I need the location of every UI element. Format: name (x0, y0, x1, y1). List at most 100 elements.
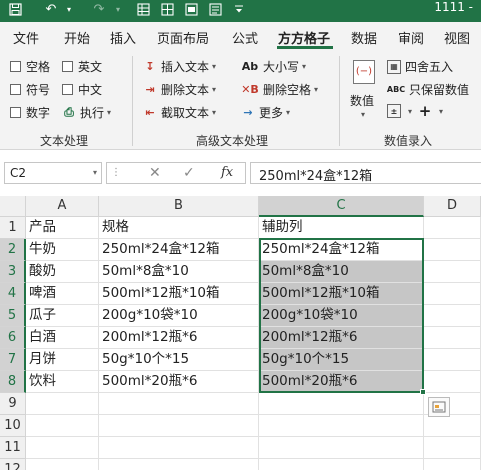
tab-view[interactable]: 视图 (444, 28, 470, 47)
tab-data[interactable]: 数据 (351, 28, 377, 47)
cell-b9[interactable] (99, 393, 259, 415)
checkbox-box[interactable] (10, 84, 21, 95)
checkbox-number[interactable]: 数字 (10, 104, 50, 121)
row-header-6[interactable]: 6 (0, 327, 26, 349)
cell-c9[interactable] (259, 393, 424, 415)
cell-c10[interactable] (259, 415, 424, 437)
redo-icon[interactable]: ↷ (90, 0, 108, 18)
name-box[interactable]: C2 ▾ (4, 162, 102, 184)
cell-c1[interactable]: 辅助列 (259, 217, 424, 239)
cell-a2[interactable]: 牛奶 (26, 239, 99, 261)
cell-a10[interactable] (26, 415, 99, 437)
checkbox-box[interactable] (10, 61, 21, 72)
quick-analysis-icon[interactable] (428, 397, 450, 417)
cell-d10[interactable] (424, 415, 481, 437)
checkbox-space[interactable]: 空格 (10, 58, 50, 75)
cell-b7[interactable]: 50g*10个*15 (99, 349, 259, 371)
cell-b4[interactable]: 500ml*12瓶*10箱 (99, 283, 259, 305)
row-header-1[interactable]: 1 (0, 217, 26, 239)
tab-formulas[interactable]: 公式 (232, 28, 258, 47)
cell-b6[interactable]: 200ml*12瓶*6 (99, 327, 259, 349)
cell-d8[interactable] (424, 371, 481, 393)
cell-c2[interactable]: 250ml*24盒*12箱 (259, 239, 424, 261)
grid-icon[interactable] (158, 0, 176, 18)
insert-text-button[interactable]: ↧ 插入文本 ▾ (143, 58, 216, 75)
row-header-7[interactable]: 7 (0, 349, 26, 371)
tab-home[interactable]: 开始 (64, 28, 90, 47)
cell-b8[interactable]: 500ml*20瓶*6 (99, 371, 259, 393)
row-header-5[interactable]: 5 (0, 305, 26, 327)
cell-d4[interactable] (424, 283, 481, 305)
cell-b2[interactable]: 250ml*24盒*12箱 (99, 239, 259, 261)
row-header-10[interactable]: 10 (0, 415, 26, 437)
redo-dropdown-icon[interactable]: ▾ (113, 0, 123, 18)
cell-c11[interactable] (259, 437, 424, 459)
cell-c12[interactable] (259, 459, 424, 470)
cell-b11[interactable] (99, 437, 259, 459)
cell-b3[interactable]: 50ml*8盒*10 (99, 261, 259, 283)
save-icon[interactable] (6, 0, 24, 18)
column-header-b[interactable]: B (99, 196, 259, 217)
cell-c6[interactable]: 200ml*12瓶*6 (259, 327, 424, 349)
checkbox-symbol[interactable]: 符号 (10, 81, 50, 98)
cell-d6[interactable] (424, 327, 481, 349)
cell-c4[interactable]: 500ml*12瓶*10箱 (259, 283, 424, 305)
more-button[interactable]: → 更多 ▾ (241, 104, 290, 121)
fill-handle[interactable] (420, 389, 426, 395)
customize-toolbar-icon[interactable] (232, 0, 246, 18)
cell-a5[interactable]: 瓜子 (26, 305, 99, 327)
format-icon[interactable] (206, 0, 224, 18)
checkbox-box[interactable] (62, 61, 73, 72)
cell-c7[interactable]: 50g*10个*15 (259, 349, 424, 371)
table-icon[interactable] (134, 0, 152, 18)
chevron-down-icon[interactable]: ▾ (93, 168, 97, 177)
tab-insert[interactable]: 插入 (110, 28, 136, 47)
extract-text-button[interactable]: ⇤ 截取文本 ▾ (143, 104, 216, 121)
merge-icon[interactable] (182, 0, 200, 18)
row-header-9[interactable]: 9 (0, 393, 26, 415)
cancel-icon[interactable]: ✕ (149, 165, 161, 181)
tab-file[interactable]: 文件 (13, 28, 39, 47)
row-header-3[interactable]: 3 (0, 261, 26, 283)
formula-input[interactable]: 250ml*24盒*12箱 (250, 162, 481, 184)
checkbox-box[interactable] (10, 107, 21, 118)
row-header-4[interactable]: 4 (0, 283, 26, 305)
cell-a8[interactable]: 饮料 (26, 371, 99, 393)
row-header-11[interactable]: 11 (0, 437, 26, 459)
execute-button[interactable]: ⎙ 执行 ▾ (62, 104, 111, 121)
round-button[interactable]: ▦ 四舍五入 (387, 58, 453, 75)
column-header-a[interactable]: A (26, 196, 99, 217)
confirm-icon[interactable]: ✓ (183, 165, 195, 181)
cell-b12[interactable] (99, 459, 259, 470)
cell-a12[interactable] (26, 459, 99, 470)
cell-c3[interactable]: 50ml*8盒*10 (259, 261, 424, 283)
tab-fangfang[interactable]: 方方格子 (278, 28, 330, 47)
delete-text-button[interactable]: ⇥ 删除文本 ▾ (143, 81, 216, 98)
cell-d5[interactable] (424, 305, 481, 327)
column-header-c[interactable]: C (259, 196, 424, 217)
cell-a9[interactable] (26, 393, 99, 415)
insert-function-icon[interactable]: fx (221, 165, 233, 180)
row-header-2[interactable]: 2 (0, 239, 26, 261)
undo-dropdown-icon[interactable]: ▾ (64, 0, 74, 18)
cell-d7[interactable] (424, 349, 481, 371)
cell-b1[interactable]: 规格 (99, 217, 259, 239)
delete-space-button[interactable]: ✕B 删除空格 ▾ (241, 81, 318, 98)
undo-icon[interactable]: ↶ (42, 0, 60, 18)
cell-a1[interactable]: 产品 (26, 217, 99, 239)
cell-d3[interactable] (424, 261, 481, 283)
tab-review[interactable]: 审阅 (398, 28, 424, 47)
cell-d1[interactable] (424, 217, 481, 239)
cell-c8[interactable]: 500ml*20瓶*6 (259, 371, 424, 393)
select-all-corner[interactable] (0, 196, 26, 217)
tab-page-layout[interactable]: 页面布局 (157, 28, 209, 47)
cell-b10[interactable] (99, 415, 259, 437)
checkbox-english[interactable]: 英文 (62, 58, 102, 75)
cell-c5[interactable]: 200g*10袋*10 (259, 305, 424, 327)
cell-a6[interactable]: 白酒 (26, 327, 99, 349)
row-header-12[interactable]: 12 (0, 459, 26, 470)
cell-a7[interactable]: 月饼 (26, 349, 99, 371)
case-button[interactable]: Ab 大小写 ▾ (241, 58, 306, 75)
cell-d2[interactable] (424, 239, 481, 261)
checkbox-box[interactable] (62, 84, 73, 95)
